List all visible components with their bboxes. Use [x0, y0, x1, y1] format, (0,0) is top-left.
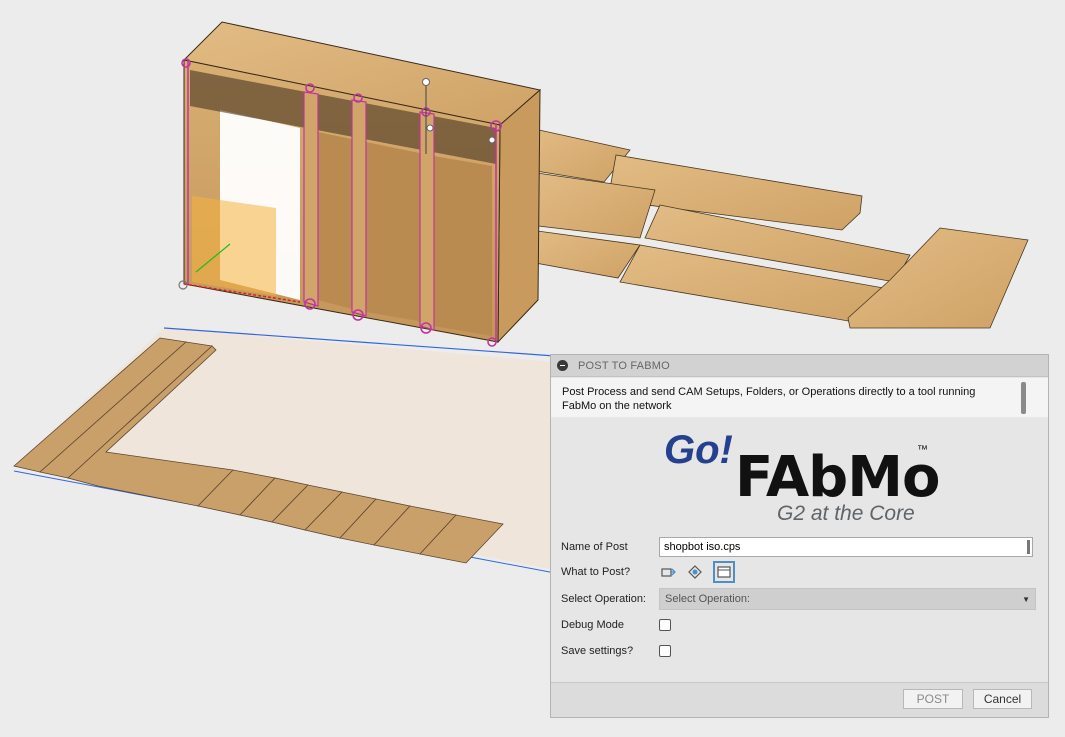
fabmo-logo: Go! FAbMo ™ G2 at the Core	[664, 428, 940, 525]
select-operation-value: Select Operation:	[665, 593, 750, 605]
debug-mode-row: Debug Mode	[561, 614, 671, 636]
save-settings-label: Save settings?	[561, 645, 634, 657]
select-operation-label: Select Operation:	[561, 593, 646, 605]
cancel-button[interactable]: Cancel	[973, 689, 1032, 709]
name-of-post-input[interactable]	[659, 537, 1033, 557]
collapse-icon[interactable]	[557, 360, 568, 371]
debug-mode-label: Debug Mode	[561, 619, 624, 631]
chevron-down-icon: ▼	[1022, 594, 1030, 604]
operation-icon[interactable]	[713, 561, 735, 583]
cabinet-model	[178, 21, 542, 347]
save-settings-row: Save settings?	[561, 640, 671, 662]
folder-icon[interactable]	[686, 563, 704, 581]
save-settings-checkbox[interactable]	[659, 645, 671, 657]
name-of-post-row: Name of Post	[561, 536, 1033, 558]
setup-icon[interactable]	[659, 563, 677, 581]
what-to-post-row: What to Post?	[561, 561, 735, 583]
debug-mode-checkbox[interactable]	[659, 619, 671, 631]
dialog-description: Post Process and send CAM Setups, Folder…	[551, 378, 1048, 417]
post-to-fabmo-dialog: POST TO FABMO Post Process and send CAM …	[550, 354, 1049, 718]
dialog-title: POST TO FABMO	[578, 359, 670, 372]
logo-brand-text: FAbMo	[735, 445, 939, 510]
logo-trademark: ™	[917, 444, 928, 456]
what-to-post-label: What to Post?	[561, 566, 631, 578]
name-of-post-label: Name of Post	[561, 541, 628, 553]
select-operation-dropdown[interactable]: Select Operation: ▼	[659, 588, 1036, 610]
dialog-titlebar[interactable]: POST TO FABMO	[551, 355, 1048, 377]
post-button[interactable]: POST	[903, 689, 963, 709]
logo-go-text: Go!	[664, 428, 733, 472]
description-scrollbar[interactable]	[1021, 382, 1026, 414]
logo-tagline: G2 at the Core	[777, 502, 915, 525]
select-operation-row: Select Operation: Select Operation: ▼	[561, 588, 1036, 610]
dialog-footer: POST Cancel	[551, 682, 1048, 717]
input-scrollbar[interactable]	[1027, 540, 1030, 554]
